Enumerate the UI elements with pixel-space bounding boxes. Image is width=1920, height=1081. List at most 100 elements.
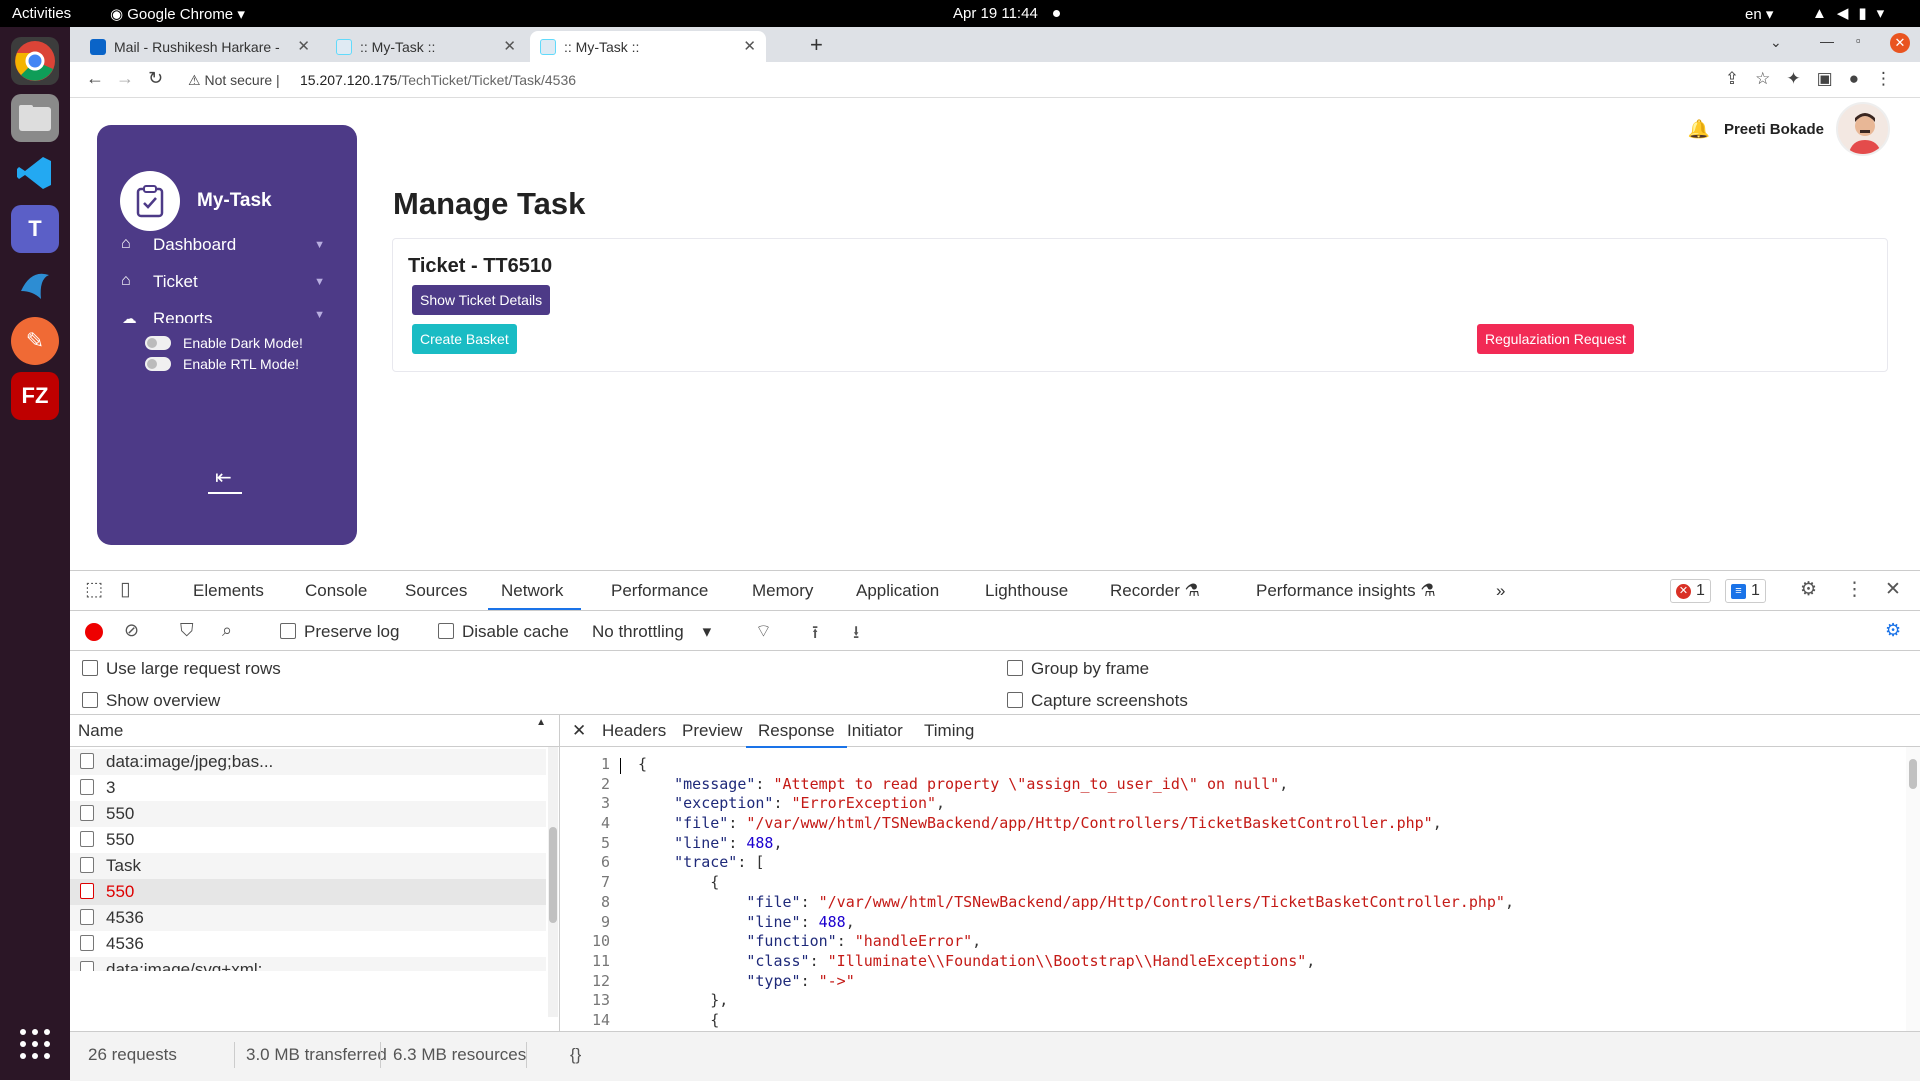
bell-icon[interactable]: 🔔 <box>1688 119 1710 140</box>
capture-screenshots-checkbox[interactable]: Capture screenshots <box>1007 691 1188 711</box>
app-menu[interactable]: ◉ Google Chrome ▾ <box>110 5 245 23</box>
request-row[interactable]: 4536 <box>70 931 546 957</box>
tab-initiator[interactable]: Initiator <box>847 721 903 741</box>
clear-icon[interactable]: ⊘ <box>124 620 139 641</box>
network-conditions-icon[interactable]: ⌔ <box>755 620 772 643</box>
request-row-selected-error[interactable]: 550 <box>70 879 546 905</box>
bookmark-star-icon[interactable]: ☆ <box>1755 69 1786 88</box>
profile-icon[interactable]: ● <box>1849 69 1875 88</box>
files-icon[interactable] <box>11 94 59 142</box>
scrollbar-thumb[interactable] <box>1909 759 1917 789</box>
tab-mail[interactable]: Mail - Rushikesh Harkare - ✕ <box>80 31 320 62</box>
url-field[interactable]: 15.207.120.175/TechTicket/Ticket/Task/45… <box>300 72 576 88</box>
scrollbar-thumb[interactable] <box>549 827 557 923</box>
response-scrollbar[interactable] <box>1906 747 1920 1031</box>
network-settings-gear-icon[interactable]: ⚙ <box>1885 620 1901 641</box>
show-ticket-details-button[interactable]: Show Ticket Details <box>412 285 551 315</box>
show-overview-checkbox[interactable]: Show overview <box>82 691 220 711</box>
request-row[interactable]: data:image/jpeg;bas... <box>70 749 546 775</box>
close-tab-icon[interactable]: ✕ <box>503 37 516 55</box>
tab-preview[interactable]: Preview <box>682 721 742 741</box>
security-indicator[interactable]: ⚠ Not secure | <box>188 72 280 89</box>
message-count-badge[interactable]: ≡ 1 <box>1725 579 1766 603</box>
settings-gear-icon[interactable]: ⚙ <box>1800 578 1817 601</box>
export-har-icon[interactable]: ⭳ <box>853 620 859 650</box>
close-tab-icon[interactable]: ✕ <box>297 37 310 55</box>
request-row[interactable]: data:image/svg+xml;... <box>70 957 546 971</box>
tab-performance[interactable]: Performance <box>611 581 708 601</box>
tab-search-icon[interactable]: ⌄ <box>1770 34 1782 51</box>
reload-icon[interactable]: ↻ <box>148 68 163 89</box>
request-row[interactable]: 3 <box>70 775 546 801</box>
tab-application[interactable]: Application <box>856 581 939 601</box>
back-icon[interactable]: ← <box>86 68 104 89</box>
request-row[interactable]: 4536 <box>70 905 546 931</box>
scroll-up-icon[interactable]: ▲ <box>536 717 546 728</box>
maximize-icon[interactable]: ▫ <box>1856 33 1861 48</box>
request-row[interactable]: Task <box>70 853 546 879</box>
forward-icon[interactable]: → <box>116 68 134 89</box>
close-tab-icon[interactable]: ✕ <box>743 37 756 55</box>
regularization-request-button[interactable]: Regulaziation Request <box>1477 324 1634 354</box>
teams-icon[interactable]: T <box>11 205 59 253</box>
throttling-select[interactable]: No throttling ▾ <box>592 622 711 642</box>
import-har-icon[interactable]: ⭱ <box>812 620 818 650</box>
vscode-icon[interactable] <box>11 149 59 197</box>
name-column-header[interactable]: Name ▲ <box>70 715 560 747</box>
tab-network[interactable]: Network <box>488 581 582 610</box>
tab-headers[interactable]: Headers <box>602 721 666 741</box>
create-basket-button[interactable]: Create Basket <box>412 324 517 354</box>
tab-recorder[interactable]: Recorder ⚗ <box>1110 581 1200 601</box>
menu-kebab-icon[interactable]: ⋮ <box>1875 69 1908 88</box>
chrome-icon[interactable] <box>11 37 59 85</box>
close-devtools-icon[interactable]: ✕ <box>1885 578 1901 601</box>
tab-my-task-active[interactable]: :: My-Task :: ✕ <box>530 31 766 62</box>
dark-mode-toggle-row[interactable]: Enable Dark Mode! <box>145 335 303 351</box>
avatar[interactable] <box>1836 102 1890 156</box>
tab-my-task-1[interactable]: :: My-Task :: ✕ <box>326 31 526 62</box>
postman-icon[interactable]: ✎ <box>11 317 59 365</box>
device-toolbar-icon[interactable]: ▯ <box>120 578 130 601</box>
sidebar-item-reports[interactable]: ☁ Reports ▼ <box>121 309 331 323</box>
tab-memory[interactable]: Memory <box>752 581 813 601</box>
filezilla-icon[interactable]: FZ <box>11 372 59 420</box>
language-indicator[interactable]: en ▾ <box>1745 5 1773 23</box>
request-row[interactable]: 550 <box>70 801 546 827</box>
request-list-scrollbar[interactable] <box>548 747 558 1017</box>
tab-console[interactable]: Console <box>305 581 367 601</box>
dark-mode-toggle[interactable] <box>145 336 171 350</box>
sidebar-item-dashboard[interactable]: ⌂ Dashboard ▼ <box>121 235 331 255</box>
mysql-workbench-icon[interactable] <box>11 261 59 309</box>
sidebar-item-ticket[interactable]: ⌂ Ticket ▼ <box>121 272 331 292</box>
share-icon[interactable]: ⇪ <box>1725 69 1755 88</box>
tab-performance-insights[interactable]: Performance insights ⚗ <box>1256 581 1436 601</box>
request-row[interactable]: 550 <box>70 827 546 853</box>
pretty-print-button[interactable]: {} <box>570 1045 581 1065</box>
system-tray[interactable]: ▲◀▮▾ <box>1812 4 1894 22</box>
close-detail-icon[interactable]: ✕ <box>572 721 586 741</box>
tab-timing[interactable]: Timing <box>924 721 974 741</box>
large-rows-checkbox[interactable]: Use large request rows <box>82 659 281 679</box>
rtl-mode-toggle-row[interactable]: Enable RTL Mode! <box>145 356 299 372</box>
devtools-menu-icon[interactable]: ⋮ <box>1845 578 1864 601</box>
collapse-sidebar-icon[interactable]: ⇤ <box>208 465 242 494</box>
tab-sources[interactable]: Sources <box>405 581 467 601</box>
new-tab-button[interactable]: + <box>810 32 823 58</box>
clock[interactable]: Apr 19 11:44 <box>953 5 1038 22</box>
preserve-log-checkbox[interactable]: Preserve log <box>280 622 399 642</box>
group-by-frame-checkbox[interactable]: Group by frame <box>1007 659 1149 679</box>
inspect-element-icon[interactable]: ⬚ <box>85 578 103 601</box>
error-count-badge[interactable]: ✕ 1 <box>1670 579 1711 603</box>
user-name[interactable]: Preeti Bokade <box>1724 121 1824 138</box>
filter-icon[interactable]: ⛉ <box>180 620 194 641</box>
response-body[interactable]: 1{2 "message": "Attempt to read property… <box>560 755 1900 1031</box>
tab-elements[interactable]: Elements <box>193 581 264 601</box>
tab-response[interactable]: Response <box>746 721 847 748</box>
tab-lighthouse[interactable]: Lighthouse <box>985 581 1068 601</box>
minimize-icon[interactable]: — <box>1820 33 1834 49</box>
search-icon[interactable]: ⌕ <box>222 620 232 641</box>
side-panel-icon[interactable]: ▣ <box>1817 69 1849 88</box>
window-close-icon[interactable]: ✕ <box>1890 33 1910 53</box>
extensions-icon[interactable]: ✦ <box>1786 69 1816 88</box>
show-apps-icon[interactable] <box>20 1029 52 1061</box>
